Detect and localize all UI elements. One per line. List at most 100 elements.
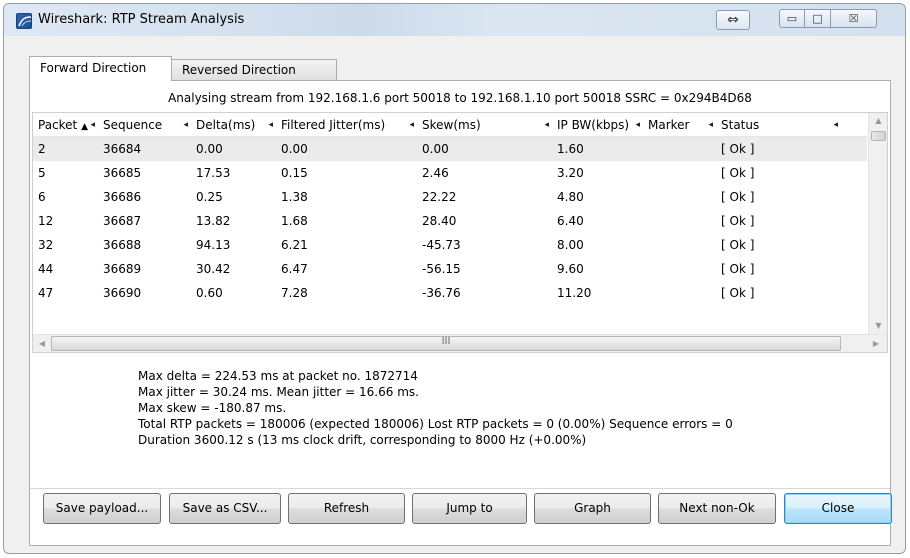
table-row[interactable]: 12 36687 13.82 1.68 28.40 6.40 [ Ok ]: [33, 209, 867, 233]
save-as-csv-button[interactable]: Save as CSV...: [169, 493, 281, 524]
column-header-skew[interactable]: Skew(ms) ◂: [417, 113, 552, 137]
wireshark-app-icon: [16, 13, 32, 29]
cell-jitter: 6.47: [281, 262, 308, 276]
cell-status: [ Ok ]: [721, 214, 755, 228]
stream-description: Analysing stream from 192.168.1.6 port 5…: [168, 91, 752, 105]
column-header-status[interactable]: Status ◂: [716, 113, 841, 137]
scroll-left-arrow-icon[interactable]: ◀: [33, 335, 51, 352]
cell-skew: 0.00: [422, 142, 449, 156]
column-resize-icon: ◂: [409, 120, 414, 130]
close-icon: ☒: [848, 12, 859, 25]
save-payload-button[interactable]: Save payload...: [43, 493, 161, 524]
cell-packet: 6: [38, 190, 46, 204]
column-label: Delta(ms): [196, 118, 256, 132]
cell-sequence: 36689: [103, 262, 142, 276]
cell-ip-bw: 11.20: [557, 286, 592, 300]
table-row[interactable]: 47 36690 0.60 7.28 -36.76 11.20 [ Ok ]: [33, 281, 867, 305]
scroll-right-arrow-icon[interactable]: ▶: [867, 335, 885, 352]
button-bar: Save payload... Save as CSV... Refresh J…: [32, 493, 892, 533]
table-row[interactable]: 2 36684 0.00 0.00 0.00 1.60 [ Ok ]: [33, 137, 867, 161]
cell-status: [ Ok ]: [721, 166, 755, 180]
cell-jitter: 1.68: [281, 214, 308, 228]
cell-marker: [643, 209, 716, 233]
column-label: Status: [721, 118, 760, 132]
cell-ip-bw: 1.60: [557, 142, 584, 156]
next-non-ok-button[interactable]: Next non-Ok: [658, 493, 776, 524]
forward-direction-panel: Analysing stream from 192.168.1.6 port 5…: [29, 80, 892, 546]
sort-ascending-icon: ▲: [81, 122, 89, 132]
column-header-sequence[interactable]: Sequence ◂: [98, 113, 191, 137]
column-header-filtered-jitter[interactable]: Filtered Jitter(ms) ◂: [276, 113, 417, 137]
scroll-up-arrow-icon[interactable]: ▲: [869, 113, 887, 129]
table-row[interactable]: 44 36689 30.42 6.47 -56.15 9.60 [ Ok ]: [33, 257, 867, 281]
cell-marker: [643, 137, 716, 161]
divider: [30, 488, 890, 489]
column-resize-icon: ◂: [90, 120, 95, 130]
cell-status: [ Ok ]: [721, 286, 755, 300]
minimize-button[interactable]: ▭: [779, 9, 805, 28]
tab-forward-direction[interactable]: Forward Direction: [29, 56, 172, 81]
cell-jitter: 6.21: [281, 238, 308, 252]
cell-sequence: 36686: [103, 190, 142, 204]
cell-skew: 22.22: [422, 190, 457, 204]
cell-delta: 13.82: [196, 214, 231, 228]
cell-ip-bw: 4.80: [557, 190, 584, 204]
cell-skew: -36.76: [422, 286, 461, 300]
horizontal-scroll-thumb[interactable]: III: [51, 336, 841, 351]
column-label: IP BW(kbps): [557, 118, 630, 132]
cell-delta: 0.00: [196, 142, 223, 156]
cell-marker: [643, 257, 716, 281]
title-bar[interactable]: Wireshark: RTP Stream Analysis ⇔ ▭ □ ☒: [4, 4, 905, 36]
cell-status: [ Ok ]: [721, 142, 755, 156]
stat-jitter: Max jitter = 30.24 ms. Mean jitter = 16.…: [138, 385, 419, 399]
horizontal-scrollbar[interactable]: ◀ III ▶: [33, 334, 887, 352]
stat-packet-totals: Total RTP packets = 180006 (expected 180…: [138, 417, 733, 431]
stat-max-delta: Max delta = 224.53 ms at packet no. 1872…: [138, 369, 418, 383]
column-header-packet[interactable]: Packet ▲ ◂: [33, 113, 98, 137]
stream-statistics: Max delta = 224.53 ms at packet no. 1872…: [138, 368, 733, 448]
column-resize-icon: ◂: [708, 120, 713, 130]
column-label: Skew(ms): [422, 118, 481, 132]
table-body: 2 36684 0.00 0.00 0.00 1.60 [ Ok ] 5 366…: [33, 137, 867, 305]
column-resize-icon: ◂: [544, 120, 549, 130]
column-resize-icon: ◂: [635, 120, 640, 130]
cell-jitter: 7.28: [281, 286, 308, 300]
vertical-scrollbar[interactable]: ▲ ▼: [868, 113, 887, 334]
column-resize-icon: ◂: [833, 120, 838, 130]
table-row[interactable]: 5 36685 17.53 0.15 2.46 3.20 [ Ok ]: [33, 161, 867, 185]
scroll-grip-icon: III: [441, 336, 451, 347]
close-button[interactable]: Close: [784, 493, 892, 524]
maximize-button[interactable]: □: [805, 9, 831, 28]
cell-ip-bw: 8.00: [557, 238, 584, 252]
tab-reversed-direction[interactable]: Reversed Direction: [171, 59, 337, 80]
cell-status: [ Ok ]: [721, 190, 755, 204]
window-title: Wireshark: RTP Stream Analysis: [38, 12, 245, 27]
column-header-ip-bw[interactable]: IP BW(kbps) ◂: [552, 113, 643, 137]
table-row[interactable]: 32 36688 94.13 6.21 -45.73 8.00 [ Ok ]: [33, 233, 867, 257]
scroll-down-arrow-icon[interactable]: ▼: [869, 318, 887, 334]
cell-jitter: 1.38: [281, 190, 308, 204]
graph-button[interactable]: Graph: [534, 493, 651, 524]
cell-skew: -56.15: [422, 262, 461, 276]
column-label: Packet: [38, 118, 78, 132]
cell-status: [ Ok ]: [721, 238, 755, 252]
column-header-extra[interactable]: [841, 113, 867, 137]
cell-ip-bw: 9.60: [557, 262, 584, 276]
cell-sequence: 36684: [103, 142, 142, 156]
vertical-scroll-thumb[interactable]: [871, 131, 886, 141]
minimize-icon: ▭: [786, 12, 798, 25]
cell-marker: [643, 161, 716, 185]
snap-resize-button[interactable]: ⇔: [716, 10, 750, 30]
refresh-button[interactable]: Refresh: [288, 493, 405, 524]
maximize-icon: □: [812, 12, 823, 25]
column-label: Filtered Jitter(ms): [281, 118, 386, 132]
column-label: Marker: [648, 118, 690, 132]
column-header-delta[interactable]: Delta(ms) ◂: [191, 113, 276, 137]
cell-delta: 0.60: [196, 286, 223, 300]
jump-to-button[interactable]: Jump to: [412, 493, 527, 524]
cell-delta: 30.42: [196, 262, 231, 276]
close-window-button[interactable]: ☒: [831, 9, 877, 28]
cell-delta: 17.53: [196, 166, 231, 180]
column-header-marker[interactable]: Marker ◂: [643, 113, 716, 137]
table-row[interactable]: 6 36686 0.25 1.38 22.22 4.80 [ Ok ]: [33, 185, 867, 209]
